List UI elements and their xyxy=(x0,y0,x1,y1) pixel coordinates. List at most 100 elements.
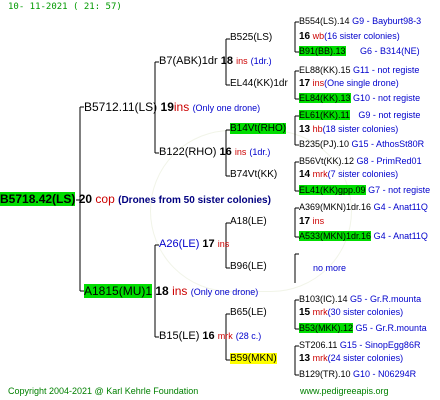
gen2-breeder: ins xyxy=(234,147,247,157)
gen4-node-10[interactable]: B103(IC).14 G5 - Gr.R.mounta xyxy=(299,295,421,304)
gen3-detail-6: 15 mrk(30 sister colonies) xyxy=(299,308,403,318)
gen4-rest: G10 - not registe xyxy=(353,93,421,103)
gen4-id: B235(PJ).10 xyxy=(299,139,350,149)
detail-breeder: mrk xyxy=(312,353,328,363)
root-breeder: cop xyxy=(95,192,115,206)
detail-note: (One single drone) xyxy=(324,78,399,88)
gen2-id: B122(RHO) xyxy=(159,146,217,158)
gen2-breeder: ins xyxy=(236,56,248,66)
gen4-id: B129(TR).10 xyxy=(299,369,351,379)
gen4-node-7[interactable]: EL41(KK)gpp.09 G7 - not registe xyxy=(299,185,431,195)
gen2-node-2[interactable]: A26(LE) 17 ins xyxy=(159,239,229,250)
gen4-rest: G4 - Anat11Q xyxy=(373,202,428,212)
gen4-id: B53(MKK).12 xyxy=(299,323,354,333)
detail-num: 13 xyxy=(299,124,311,135)
root-year: 20 xyxy=(78,192,93,206)
gen1-node-1[interactable]: A1815(MU)1 18 ins (Only one drone) xyxy=(84,284,258,298)
copyright-text: Copyright 2004-2021 @ Karl Kehrle Founda… xyxy=(8,386,199,396)
gen3-node-0[interactable]: B525(LS) xyxy=(230,33,272,43)
gen2-id: B7(ABK)1dr xyxy=(159,55,218,67)
gen1-year: 19 xyxy=(160,100,174,114)
gen2-year: 16 xyxy=(202,330,215,342)
gen1-breeder: ins xyxy=(172,284,188,298)
gen4-id: A369(MKN)1dr.16 xyxy=(299,202,372,212)
detail-breeder: mrk xyxy=(312,169,328,179)
gen4-node-4[interactable]: EL61(KK).11 G9 - not registe xyxy=(299,110,421,120)
gen4-node-2[interactable]: EL88(KK).15 G11 - not registe xyxy=(299,66,419,75)
gen1-id: B5712.11(LS) xyxy=(84,100,158,114)
gen4-node-5[interactable]: B235(PJ).10 G15 - AthosSt80R xyxy=(299,140,424,149)
detail-breeder: ins xyxy=(312,216,325,226)
site-link[interactable]: www.pedigreeapis.org xyxy=(300,387,389,396)
gen4-node-8[interactable]: A369(MKN)1dr.16 G4 - Anat11Q xyxy=(299,203,428,212)
gen4-id: B103(IC).14 xyxy=(299,294,348,304)
gen2-id: A26(LE) xyxy=(159,238,200,250)
detail-note: no more xyxy=(313,263,347,273)
detail-num: 14 xyxy=(299,169,311,180)
gen3-id: EL44(KK)1dr xyxy=(230,78,288,89)
detail-breeder: ins xyxy=(312,78,325,88)
gen2-year: 16 xyxy=(219,146,232,158)
gen4-id: EL88(KK).15 xyxy=(299,65,351,75)
gen2-note: (28 c.) xyxy=(235,331,262,341)
gen4-id: EL41(KK)gpp.09 xyxy=(299,185,366,195)
gen3-node-7[interactable]: B59(MKN) xyxy=(230,353,277,364)
gen2-node-1[interactable]: B122(RHO) 16 ins (1dr.) xyxy=(159,147,270,158)
gen4-id: B554(LS).14 xyxy=(299,16,350,26)
detail-note: (18 sister colonies) xyxy=(322,124,399,134)
gen2-id: B15(LE) xyxy=(159,330,200,342)
gen3-detail-2: 13 hb(18 sister colonies) xyxy=(299,125,398,135)
gen2-note: (1dr.) xyxy=(250,56,272,66)
gen1-year: 18 xyxy=(155,284,169,298)
root-id: B5718.42(LS) xyxy=(0,192,76,206)
gen3-node-6[interactable]: B65(LE) xyxy=(230,308,267,318)
gen2-node-0[interactable]: B7(ABK)1dr 18 ins (1dr.) xyxy=(159,56,272,67)
gen2-node-3[interactable]: B15(LE) 16 mrk (28 c.) xyxy=(159,331,261,342)
gen2-breeder: mrk xyxy=(217,331,233,341)
gen4-rest: G6 - B314(NE) xyxy=(360,46,420,56)
gen3-node-2[interactable]: B14Vt(RHO) xyxy=(230,123,287,134)
detail-num: 17 xyxy=(299,216,311,227)
gen3-id: B96(LE) xyxy=(230,261,267,272)
gen4-node-0[interactable]: B554(LS).14 G9 - Bayburt98-3 xyxy=(299,17,421,26)
gen4-node-12[interactable]: ST206.11 G15 - SinopEgg86R xyxy=(299,341,420,350)
gen3-node-4[interactable]: A18(LE) xyxy=(230,217,267,227)
detail-note: (16 sister colonies) xyxy=(324,31,400,41)
gen1-note: (Only one drone) xyxy=(192,103,261,113)
gen3-detail-4: 17 ins xyxy=(299,217,324,227)
detail-breeder: hb xyxy=(312,124,323,134)
detail-num: 13 xyxy=(299,353,311,364)
gen4-id: ST206.11 xyxy=(299,340,338,350)
gen3-id: A18(LE) xyxy=(230,216,267,227)
gen3-detail-0: 16 wb(16 sister colonies) xyxy=(299,32,400,42)
gen3-detail-3: 14 mrk(7 sister colonies) xyxy=(299,170,398,180)
gen4-rest: G11 - not registe xyxy=(353,65,420,75)
gen1-node-0[interactable]: B5712.11(LS) 19ins (Only one drone) xyxy=(84,101,260,113)
gen4-id: A533(MKN)1dr.16 xyxy=(299,231,372,241)
gen4-rest: G7 - not registe xyxy=(368,185,431,195)
gen4-rest: G9 - not registe xyxy=(358,110,421,120)
gen4-node-13[interactable]: B129(TR).10 G10 - N06294R xyxy=(299,370,416,379)
gen4-node-9[interactable]: A533(MKN)1dr.16 G4 - Anat11Q xyxy=(299,231,428,241)
gen4-node-11[interactable]: B53(MKK).12 G5 - Gr.R.mounta xyxy=(299,323,427,333)
gen1-id: A1815(MU)1 xyxy=(84,284,153,298)
gen4-node-1[interactable]: B91(BB).13 G6 - B314(NE) xyxy=(299,46,420,56)
gen4-rest: G15 - AthosSt80R xyxy=(351,139,425,149)
gen3-node-1[interactable]: EL44(KK)1dr xyxy=(230,79,288,89)
root-node[interactable]: B5718.42(LS) 20 cop (Drones from 50 sist… xyxy=(0,192,271,206)
gen2-year: 17 xyxy=(202,238,215,250)
detail-note: (24 sister colonies) xyxy=(327,353,404,363)
gen4-node-6[interactable]: B56Vt(KK).12 G8 - PrimRed01 xyxy=(299,157,422,166)
detail-breeder: wb xyxy=(312,31,325,41)
gen3-detail-7: 13 mrk(24 sister colonies) xyxy=(299,354,403,364)
gen2-year: 18 xyxy=(220,55,234,67)
gen4-node-3[interactable]: EL84(KK).13 G10 - not registe xyxy=(299,93,421,103)
gen4-id: EL61(KK).11 xyxy=(299,110,350,120)
gen3-node-5[interactable]: B96(LE) xyxy=(230,262,267,272)
gen3-id: B59(MKN) xyxy=(230,353,277,364)
gen4-rest: G9 - Bayburt98-3 xyxy=(352,16,422,26)
gen3-id: B525(LS) xyxy=(230,32,273,43)
detail-breeder: mrk xyxy=(312,307,328,317)
gen3-node-3[interactable]: B74Vt(KK) xyxy=(230,170,277,180)
detail-note: (30 sister colonies) xyxy=(327,307,404,317)
